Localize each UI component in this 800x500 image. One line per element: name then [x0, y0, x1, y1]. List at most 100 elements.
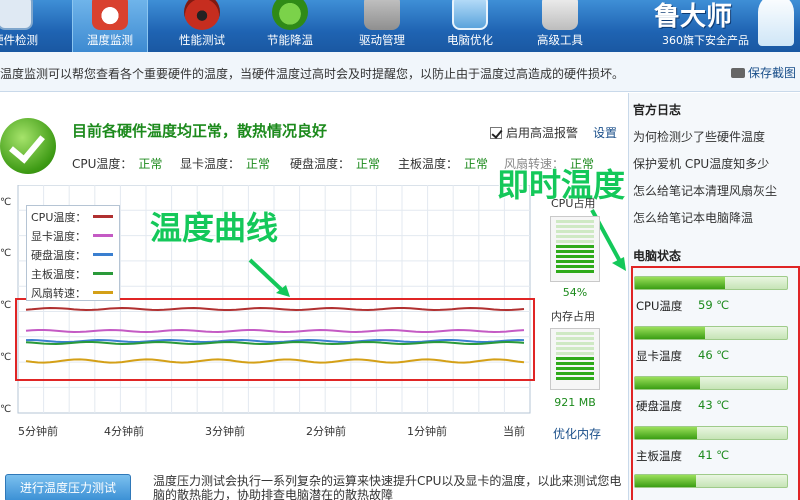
- readout-value: 正常: [138, 157, 163, 171]
- legend-swatch: [93, 215, 113, 218]
- high-temp-alarm-checkbox[interactable]: 启用高温报警: [490, 124, 578, 141]
- meter-segment: [556, 220, 594, 223]
- state-name: 主板温度: [636, 449, 682, 463]
- brand-logo: 鲁大师 360旗下安全产品: [640, 0, 800, 52]
- readout-gpu: 显卡温度： 正常: [180, 155, 270, 172]
- y-unit-label: ℃: [0, 352, 12, 363]
- state-bar: [634, 276, 788, 290]
- meter-segment: [556, 260, 594, 263]
- x-tick-label: 2分钟前: [306, 425, 346, 438]
- status-title: 目前各硬件温度均正常，散热情况良好: [72, 122, 328, 140]
- tab-pc-optimize[interactable]: 电脑优化: [432, 0, 508, 52]
- temperature-stress-test-button[interactable]: 进行温度压力测试: [5, 474, 131, 500]
- x-tick-label: 1分钟前: [407, 425, 447, 438]
- log-link[interactable]: 怎么给笔记本清理风扇灰尘: [633, 182, 777, 199]
- legend-cpu: CPU温度：: [31, 209, 113, 225]
- clover-icon: [272, 0, 308, 30]
- info-bar: 温度监测可以帮您查看各个重要硬件的温度，当硬件温度过高时会及时提醒您，以防止由于…: [0, 52, 800, 92]
- x-tick-label: 当前: [503, 425, 525, 438]
- state-name: 显卡温度: [636, 349, 682, 363]
- legend-swatch: [93, 253, 113, 256]
- readout-name: 显卡温度：: [180, 157, 241, 171]
- y-unit-label: ℃: [0, 248, 12, 259]
- readout-value: 正常: [356, 157, 381, 171]
- meter-segment: [556, 235, 594, 238]
- status-ok-icon: [0, 118, 56, 174]
- meter-segment: [556, 270, 594, 273]
- tab-temperature-monitor[interactable]: 温度监测: [72, 0, 148, 52]
- state-bar-fill: [635, 427, 698, 439]
- legend-label: 风扇转速：: [31, 287, 86, 300]
- readout-board: 主板温度： 正常: [398, 155, 488, 172]
- tab-driver-management[interactable]: 驱动管理: [344, 0, 420, 52]
- meter-segment: [556, 377, 594, 380]
- logo-text: 鲁大师: [654, 2, 733, 32]
- state-bar-fill: [635, 377, 701, 389]
- x-tick-label: 3分钟前: [205, 425, 245, 438]
- tab-performance-test[interactable]: 性能测试: [164, 0, 240, 52]
- cpu-usage-title: CPU占用: [551, 197, 596, 210]
- meter-segment: [556, 372, 594, 375]
- state-bar: [634, 326, 788, 340]
- tab-hardware-check[interactable]: 硬件检测: [0, 0, 50, 52]
- optimize-memory-link[interactable]: 优化内存: [553, 425, 601, 442]
- meter-segment: [556, 367, 594, 370]
- meter-segment: [556, 337, 594, 340]
- tab-label: 驱动管理: [359, 33, 405, 47]
- memory-usage-meter: [550, 328, 600, 390]
- meter-segment: [556, 347, 594, 350]
- meter-segment: [556, 357, 594, 360]
- meter-segment: [556, 332, 594, 335]
- logo-subtitle: 360旗下安全产品: [662, 34, 749, 47]
- log-link[interactable]: 怎么给笔记本电脑降温: [633, 209, 753, 226]
- y-unit-label: ℃: [0, 197, 12, 208]
- memory-usage-title: 内存占用: [551, 310, 595, 323]
- state-bar-fill: [635, 327, 705, 339]
- tab-label: 硬件检测: [0, 33, 38, 47]
- y-unit-label: ℃: [0, 300, 12, 311]
- log-link[interactable]: 为何检测少了些硬件温度: [633, 128, 765, 145]
- camera-icon: [730, 68, 745, 78]
- legend-label: CPU温度：: [31, 211, 87, 224]
- x-tick-label: 5分钟前: [18, 425, 58, 438]
- legend-label: 硬盘温度：: [31, 249, 86, 262]
- state-bar: [634, 376, 788, 390]
- meter-segment: [556, 230, 594, 233]
- meter-segment: [556, 245, 594, 248]
- legend-label: 显卡温度：: [31, 230, 86, 243]
- legend-gpu: 显卡温度：: [31, 228, 113, 244]
- checkbox-checked-icon: [490, 127, 502, 139]
- mascot-icon: [758, 0, 794, 46]
- log-link[interactable]: 保护爱机 CPU温度知多少: [633, 155, 769, 172]
- chart-legend: CPU温度： 显卡温度： 硬盘温度： 主板温度： 风扇转速：: [26, 205, 120, 301]
- meter-segment: [556, 342, 594, 345]
- readout-name: CPU温度：: [72, 157, 133, 171]
- save-screenshot-button[interactable]: 保存截图: [730, 64, 796, 81]
- state-value: 46 ℃: [698, 348, 730, 362]
- readout-value: 正常: [246, 157, 271, 171]
- tab-advanced-tools[interactable]: 高级工具: [522, 0, 598, 52]
- toolbox-icon: [542, 0, 578, 30]
- speedometer-icon: [184, 0, 220, 30]
- save-label: 保存截图: [747, 66, 796, 80]
- legend-fan: 风扇转速：: [31, 285, 113, 301]
- state-bar: [634, 426, 788, 440]
- legend-board: 主板温度：: [31, 266, 113, 282]
- meter-segment: [556, 265, 594, 268]
- tab-energy-cooling[interactable]: 节能降温: [252, 0, 328, 52]
- state-bar-fill: [635, 475, 696, 487]
- alarm-label: 启用高温报警: [506, 126, 579, 140]
- state-name: CPU温度: [636, 299, 683, 313]
- meter-segment: [556, 352, 594, 355]
- settings-link[interactable]: 设置: [593, 124, 617, 141]
- state-bar: [634, 474, 788, 488]
- legend-swatch: [93, 272, 113, 275]
- tab-label: 高级工具: [537, 33, 583, 47]
- y-unit-label: ℃: [0, 404, 12, 415]
- meter-segment: [556, 250, 594, 253]
- meter-segment: [556, 362, 594, 365]
- cpu-usage-meter: [550, 216, 600, 282]
- main-toolbar: 硬件检测 温度监测 性能测试 节能降温 驱动管理 电脑优化 高级工具 鲁大师 3…: [0, 0, 800, 52]
- state-value: 43 ℃: [698, 398, 730, 412]
- meter-segment: [556, 240, 594, 243]
